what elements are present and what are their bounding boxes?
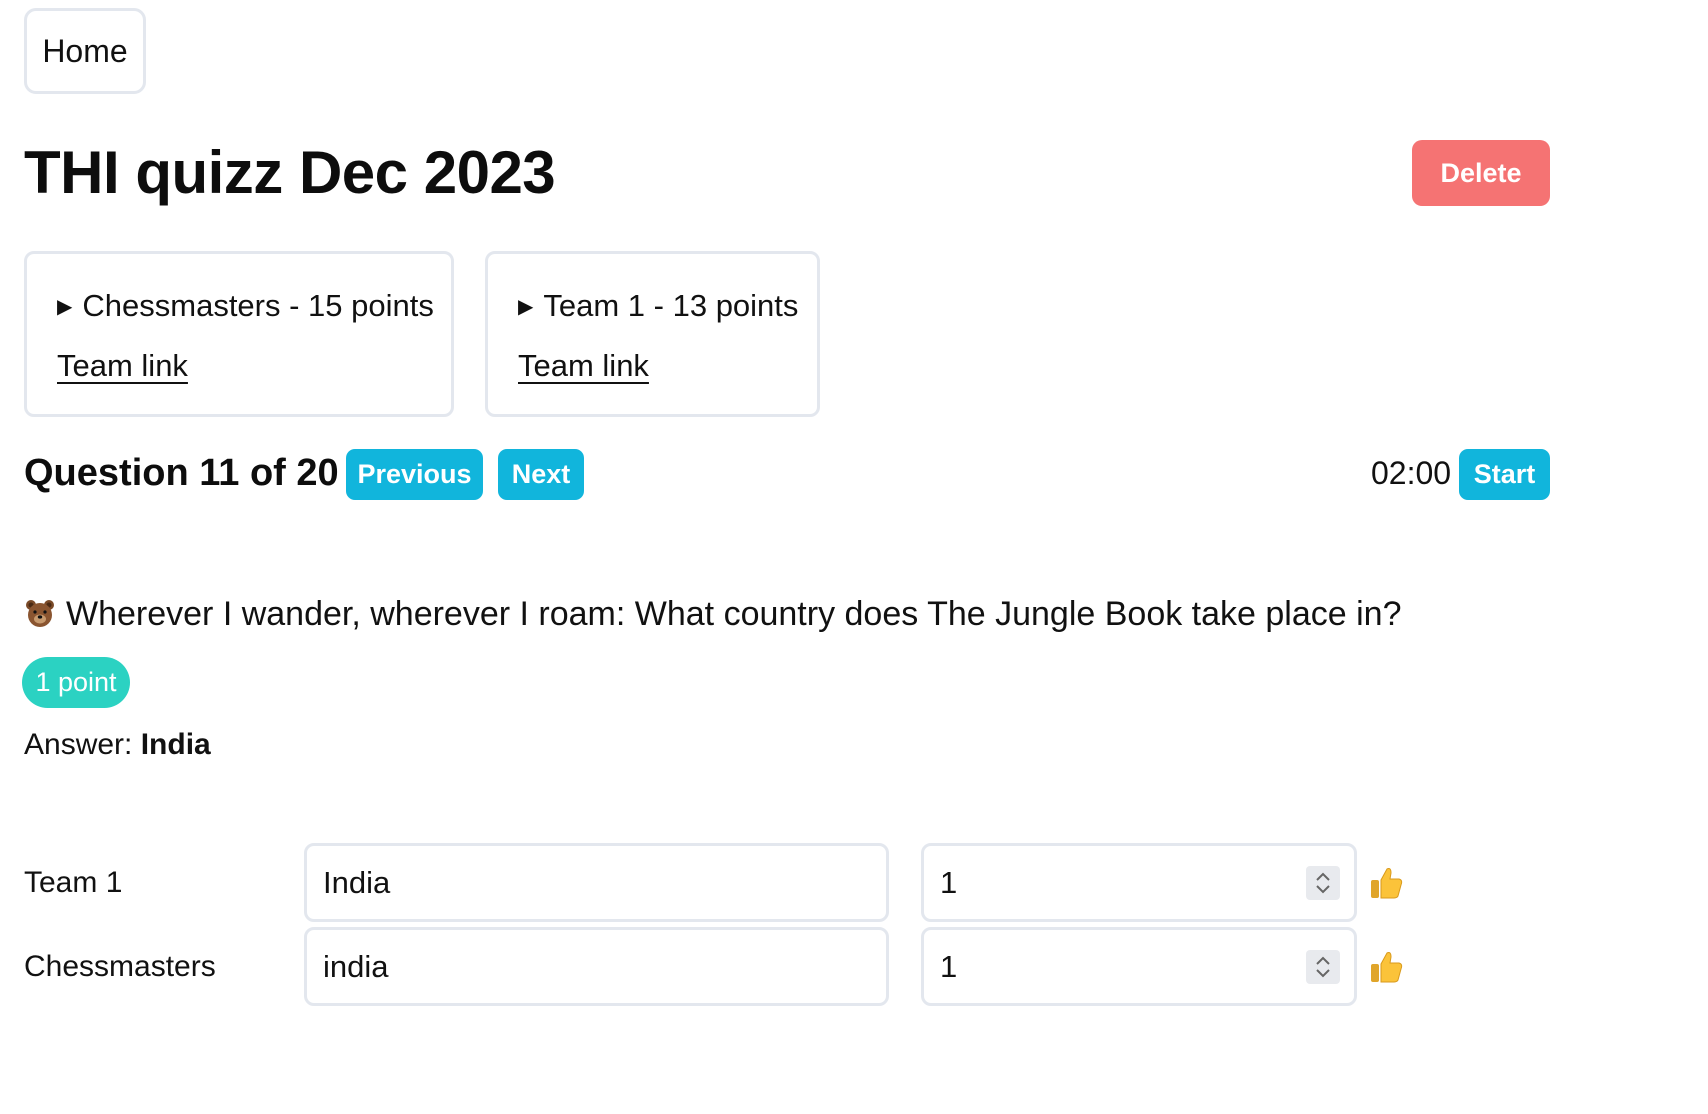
bear-icon: [26, 600, 54, 627]
team-summary-label: Team 1 - 13 points: [543, 288, 799, 323]
timer-display: 02:00: [1371, 455, 1452, 491]
spinner-arrows-icon[interactable]: [1306, 950, 1340, 984]
score-input[interactable]: [924, 846, 1316, 919]
team-link[interactable]: Team link: [57, 348, 188, 384]
delete-button[interactable]: Delete: [1412, 140, 1550, 206]
start-timer-button[interactable]: Start: [1459, 449, 1550, 500]
response-team-name: Chessmasters: [24, 950, 216, 983]
question-text: Wherever I wander, wherever I roam: What…: [24, 595, 1402, 634]
team-summary-toggle[interactable]: ▶ Chessmasters - 15 points: [57, 288, 434, 324]
disclosure-triangle-icon: ▶: [57, 296, 73, 318]
team-summary-label: Chessmasters - 15 points: [82, 288, 434, 323]
team-summary-toggle[interactable]: ▶ Team 1 - 13 points: [518, 288, 798, 324]
team-card-chessmasters: ▶ Chessmasters - 15 points Team link: [24, 251, 454, 417]
team-link[interactable]: Team link: [518, 348, 649, 384]
thumbs-up-icon[interactable]: [1368, 949, 1404, 985]
team-answer-input[interactable]: [304, 843, 889, 922]
team-card-team-1: ▶ Team 1 - 13 points Team link: [485, 251, 820, 417]
team-answer-input[interactable]: [304, 927, 889, 1006]
score-stepper: [921, 927, 1357, 1006]
correct-answer: Answer: India: [24, 728, 211, 762]
score-input[interactable]: [924, 930, 1316, 1003]
score-stepper: [921, 843, 1357, 922]
response-team-name: Team 1: [24, 866, 123, 899]
home-button[interactable]: Home: [24, 8, 146, 94]
quiz-page: Home THI quizz Dec 2023 Delete ▶ Chessmas…: [0, 0, 1708, 1114]
question-counter: Question 11 of 20: [24, 452, 339, 494]
disclosure-triangle-icon: ▶: [518, 296, 534, 318]
previous-button[interactable]: Previous: [346, 449, 483, 500]
spinner-arrows-icon[interactable]: [1306, 866, 1340, 900]
next-button[interactable]: Next: [498, 449, 584, 500]
points-badge: 1 point: [22, 657, 130, 708]
page-title: THI quizz Dec 2023: [24, 139, 556, 206]
question-label: Wherever I wander, wherever I roam: What…: [66, 595, 1402, 633]
answer-value: India: [140, 728, 211, 761]
answer-prefix: Answer:: [24, 728, 133, 761]
thumbs-up-icon[interactable]: [1368, 865, 1404, 901]
